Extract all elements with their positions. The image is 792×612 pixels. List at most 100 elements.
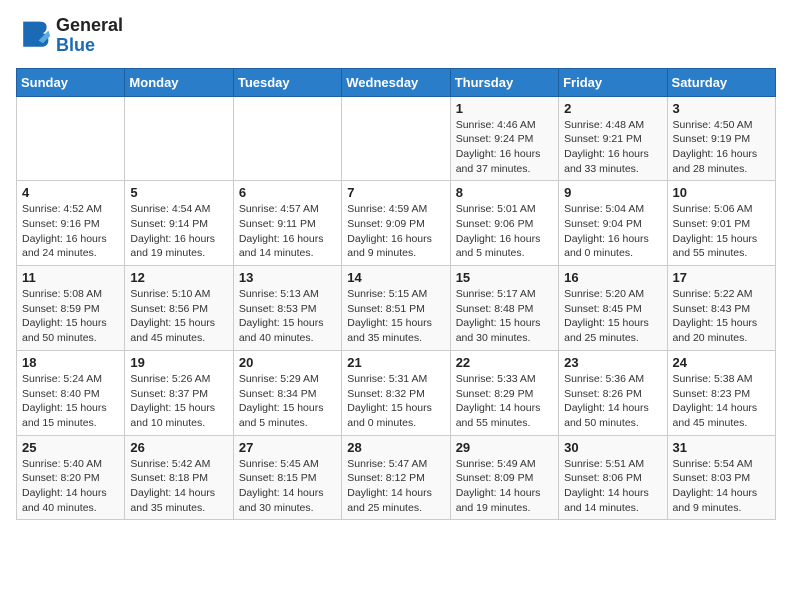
calendar-cell: 1Sunrise: 4:46 AM Sunset: 9:24 PM Daylig… <box>450 96 558 181</box>
day-number: 17 <box>673 270 770 285</box>
logo: General Blue <box>16 16 123 56</box>
calendar-cell: 21Sunrise: 5:31 AM Sunset: 8:32 PM Dayli… <box>342 350 450 435</box>
calendar-cell: 12 Sunrise: 5:10 AM Sunset: 8:56 PM Dayli… <box>125 266 233 351</box>
calendar-cell: 26 Sunrise: 5:42 AM Sunset: 8:18 PM Dayli… <box>125 435 233 520</box>
day-number: 18 <box>22 355 119 370</box>
calendar-cell: 15 Sunrise: 5:17 AM Sunset: 8:48 PM Dayli… <box>450 266 558 351</box>
calendar-week-1: 4 Sunrise: 4:52 AM Sunset: 9:16 PM Daylig… <box>17 181 776 266</box>
day-detail: Sunrise: 4:59 AM Sunset: 9:09 PM Dayligh… <box>347 202 444 261</box>
calendar-cell: 20Sunrise: 5:29 AM Sunset: 8:34 PM Dayli… <box>233 350 341 435</box>
day-detail: Sunrise: 5:54 AM Sunset: 8:03 PM Dayligh… <box>673 457 770 516</box>
day-detail: Sunrise: 4:57 AM Sunset: 9:11 PM Dayligh… <box>239 202 336 261</box>
day-detail: Sunrise: 5:08 AM Sunset: 8:59 PM Dayligh… <box>22 287 119 346</box>
day-number: 5 <box>130 185 227 200</box>
day-detail: Sunrise: 5:29 AM Sunset: 8:34 PM Dayligh… <box>239 372 336 431</box>
day-number: 14 <box>347 270 444 285</box>
calendar-cell: 19 Sunrise: 5:26 AM Sunset: 8:37 PM Dayli… <box>125 350 233 435</box>
day-detail: Sunrise: 4:48 AM Sunset: 9:21 PM Dayligh… <box>564 118 661 177</box>
calendar-cell: 16 Sunrise: 5:20 AM Sunset: 8:45 PM Dayli… <box>559 266 667 351</box>
day-detail: Sunrise: 5:47 AM Sunset: 8:12 PM Dayligh… <box>347 457 444 516</box>
day-number: 16 <box>564 270 661 285</box>
calendar-cell: 22 Sunrise: 5:33 AM Sunset: 8:29 PM Dayli… <box>450 350 558 435</box>
day-detail: Sunrise: 4:54 AM Sunset: 9:14 PM Dayligh… <box>130 202 227 261</box>
calendar-cell: 8Sunrise: 5:01 AM Sunset: 9:06 PM Daylig… <box>450 181 558 266</box>
day-number: 11 <box>22 270 119 285</box>
day-detail: Sunrise: 4:52 AM Sunset: 9:16 PM Dayligh… <box>22 202 119 261</box>
calendar-week-3: 18Sunrise: 5:24 AM Sunset: 8:40 PM Dayli… <box>17 350 776 435</box>
day-number: 7 <box>347 185 444 200</box>
day-number: 22 <box>456 355 553 370</box>
day-detail: Sunrise: 5:42 AM Sunset: 8:18 PM Dayligh… <box>130 457 227 516</box>
day-detail: Sunrise: 4:50 AM Sunset: 9:19 PM Dayligh… <box>673 118 770 177</box>
calendar-cell: 31 Sunrise: 5:54 AM Sunset: 8:03 PM Dayli… <box>667 435 775 520</box>
day-number: 25 <box>22 440 119 455</box>
calendar-cell: 9 Sunrise: 5:04 AM Sunset: 9:04 PM Daylig… <box>559 181 667 266</box>
day-detail: Sunrise: 4:46 AM Sunset: 9:24 PM Dayligh… <box>456 118 553 177</box>
calendar-cell: 5 Sunrise: 4:54 AM Sunset: 9:14 PM Daylig… <box>125 181 233 266</box>
calendar-cell: 10 Sunrise: 5:06 AM Sunset: 9:01 PM Dayli… <box>667 181 775 266</box>
day-detail: Sunrise: 5:31 AM Sunset: 8:32 PM Dayligh… <box>347 372 444 431</box>
day-detail: Sunrise: 5:36 AM Sunset: 8:26 PM Dayligh… <box>564 372 661 431</box>
day-number: 31 <box>673 440 770 455</box>
day-number: 26 <box>130 440 227 455</box>
day-number: 9 <box>564 185 661 200</box>
day-detail: Sunrise: 5:40 AM Sunset: 8:20 PM Dayligh… <box>22 457 119 516</box>
day-number: 6 <box>239 185 336 200</box>
calendar-cell <box>233 96 341 181</box>
day-number: 13 <box>239 270 336 285</box>
logo-text: General Blue <box>56 16 123 56</box>
calendar-cell: 27Sunrise: 5:45 AM Sunset: 8:15 PM Dayli… <box>233 435 341 520</box>
day-detail: Sunrise: 5:38 AM Sunset: 8:23 PM Dayligh… <box>673 372 770 431</box>
day-detail: Sunrise: 5:06 AM Sunset: 9:01 PM Dayligh… <box>673 202 770 261</box>
page-header: General Blue <box>16 16 776 56</box>
day-detail: Sunrise: 5:51 AM Sunset: 8:06 PM Dayligh… <box>564 457 661 516</box>
col-header-sunday: Sunday <box>17 68 125 96</box>
day-detail: Sunrise: 5:04 AM Sunset: 9:04 PM Dayligh… <box>564 202 661 261</box>
day-detail: Sunrise: 5:33 AM Sunset: 8:29 PM Dayligh… <box>456 372 553 431</box>
col-header-monday: Monday <box>125 68 233 96</box>
calendar-cell <box>17 96 125 181</box>
calendar-cell: 23Sunrise: 5:36 AM Sunset: 8:26 PM Dayli… <box>559 350 667 435</box>
calendar-cell: 17Sunrise: 5:22 AM Sunset: 8:43 PM Dayli… <box>667 266 775 351</box>
calendar-cell: 13Sunrise: 5:13 AM Sunset: 8:53 PM Dayli… <box>233 266 341 351</box>
day-number: 27 <box>239 440 336 455</box>
calendar-cell <box>342 96 450 181</box>
calendar-cell: 7 Sunrise: 4:59 AM Sunset: 9:09 PM Daylig… <box>342 181 450 266</box>
calendar-cell: 30 Sunrise: 5:51 AM Sunset: 8:06 PM Dayli… <box>559 435 667 520</box>
day-detail: Sunrise: 5:26 AM Sunset: 8:37 PM Dayligh… <box>130 372 227 431</box>
calendar-week-2: 11 Sunrise: 5:08 AM Sunset: 8:59 PM Dayli… <box>17 266 776 351</box>
calendar-cell: 25 Sunrise: 5:40 AM Sunset: 8:20 PM Dayli… <box>17 435 125 520</box>
day-number: 28 <box>347 440 444 455</box>
calendar-cell: 4 Sunrise: 4:52 AM Sunset: 9:16 PM Daylig… <box>17 181 125 266</box>
calendar-cell: 3Sunrise: 4:50 AM Sunset: 9:19 PM Daylig… <box>667 96 775 181</box>
calendar-week-4: 25 Sunrise: 5:40 AM Sunset: 8:20 PM Dayli… <box>17 435 776 520</box>
day-number: 15 <box>456 270 553 285</box>
col-header-friday: Friday <box>559 68 667 96</box>
day-detail: Sunrise: 5:10 AM Sunset: 8:56 PM Dayligh… <box>130 287 227 346</box>
day-detail: Sunrise: 5:17 AM Sunset: 8:48 PM Dayligh… <box>456 287 553 346</box>
calendar-table: SundayMondayTuesdayWednesdayThursdayFrid… <box>16 68 776 521</box>
day-number: 24 <box>673 355 770 370</box>
day-number: 29 <box>456 440 553 455</box>
day-number: 12 <box>130 270 227 285</box>
day-detail: Sunrise: 5:20 AM Sunset: 8:45 PM Dayligh… <box>564 287 661 346</box>
day-number: 10 <box>673 185 770 200</box>
day-number: 4 <box>22 185 119 200</box>
day-detail: Sunrise: 5:01 AM Sunset: 9:06 PM Dayligh… <box>456 202 553 261</box>
calendar-week-0: 1Sunrise: 4:46 AM Sunset: 9:24 PM Daylig… <box>17 96 776 181</box>
calendar-cell: 14 Sunrise: 5:15 AM Sunset: 8:51 PM Dayli… <box>342 266 450 351</box>
calendar-cell: 18Sunrise: 5:24 AM Sunset: 8:40 PM Dayli… <box>17 350 125 435</box>
calendar-header: SundayMondayTuesdayWednesdayThursdayFrid… <box>17 68 776 96</box>
calendar-cell: 2 Sunrise: 4:48 AM Sunset: 9:21 PM Daylig… <box>559 96 667 181</box>
col-header-saturday: Saturday <box>667 68 775 96</box>
calendar-cell: 28 Sunrise: 5:47 AM Sunset: 8:12 PM Dayli… <box>342 435 450 520</box>
col-header-thursday: Thursday <box>450 68 558 96</box>
day-number: 19 <box>130 355 227 370</box>
day-detail: Sunrise: 5:15 AM Sunset: 8:51 PM Dayligh… <box>347 287 444 346</box>
col-header-tuesday: Tuesday <box>233 68 341 96</box>
day-number: 2 <box>564 101 661 116</box>
day-detail: Sunrise: 5:49 AM Sunset: 8:09 PM Dayligh… <box>456 457 553 516</box>
day-number: 30 <box>564 440 661 455</box>
calendar-cell: 6 Sunrise: 4:57 AM Sunset: 9:11 PM Daylig… <box>233 181 341 266</box>
calendar-cell: 11 Sunrise: 5:08 AM Sunset: 8:59 PM Dayli… <box>17 266 125 351</box>
